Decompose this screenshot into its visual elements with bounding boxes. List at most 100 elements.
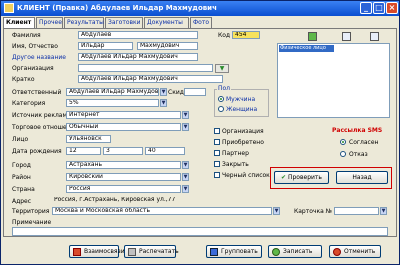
discount-input[interactable]: [184, 88, 206, 96]
tab-photo[interactable]: Фото: [190, 17, 212, 28]
district-label: Район: [12, 174, 31, 181]
relations-button[interactable]: Взаимосвязи: [69, 245, 125, 258]
birth-year-input[interactable]: 40: [145, 147, 185, 155]
skip-button[interactable]: Назад: [336, 171, 388, 184]
flag-close-label: Закрыть: [222, 161, 249, 168]
trade-select[interactable]: Обычный: [66, 123, 181, 131]
group-label: Групповать: [221, 248, 258, 255]
relations-icon: [73, 248, 81, 256]
ad-source-label: Источник рекламы: [12, 112, 72, 119]
category-dropdown[interactable]: ▼: [160, 99, 167, 107]
tab-other[interactable]: Прочее: [36, 17, 63, 28]
card-input[interactable]: [334, 207, 379, 215]
relations-label: Взаимосвязи: [84, 248, 125, 255]
other-name-label: Другое название: [12, 54, 66, 61]
tab-templates[interactable]: Заготовки: [105, 17, 143, 28]
district-dropdown[interactable]: ▼: [182, 173, 189, 181]
save-icon: [272, 248, 280, 256]
maximize-button[interactable]: □: [373, 2, 385, 14]
check-icon[interactable]: [370, 32, 379, 41]
card-dropdown[interactable]: ▼: [380, 207, 387, 215]
organization-input[interactable]: [78, 64, 213, 72]
responsible-label: Ответственный: [12, 89, 62, 96]
notes-label: Примечание: [12, 219, 52, 226]
client-window: КЛИЕНТ (Правка) Абдулаев Ильдар Махмудов…: [0, 0, 400, 265]
tab-documents[interactable]: Документы: [144, 17, 189, 28]
short-input[interactable]: Абдулаев Ильдар Махмудович: [78, 75, 223, 83]
city-dropdown[interactable]: ▼: [182, 161, 189, 169]
tab-client[interactable]: Клиент: [3, 17, 35, 28]
flag-partner-label: Партнер: [222, 150, 249, 157]
city-select[interactable]: Астрахань: [66, 161, 181, 169]
client-panel: Фамилия Абдулаев Имя, Отчество Ильдар Ма…: [3, 28, 397, 237]
mailing-radio-agree[interactable]: [340, 139, 346, 145]
sex-radio-male[interactable]: [218, 96, 224, 102]
check-icon: ✔: [281, 174, 288, 181]
country-dropdown[interactable]: ▼: [182, 185, 189, 193]
organization-pick-button[interactable]: ▼: [215, 64, 229, 73]
card-label: Карточка №: [294, 208, 332, 215]
close-button[interactable]: ×: [386, 2, 398, 14]
minimize-button[interactable]: _: [360, 2, 372, 14]
flag-acquired-checkbox[interactable]: [214, 139, 220, 145]
birth-day-input[interactable]: 12: [66, 147, 101, 155]
name-label: Имя, Отчество: [12, 43, 58, 50]
flag-organization-label: Организация: [222, 128, 264, 135]
flag-partner-checkbox[interactable]: [214, 150, 220, 156]
approve-button[interactable]: ✔ Проверить: [274, 171, 329, 184]
save-button[interactable]: Записать: [268, 245, 322, 258]
birth-month-input[interactable]: 3: [103, 147, 143, 155]
trade-dropdown[interactable]: ▼: [182, 123, 189, 131]
person-input[interactable]: Ульяновск: [66, 135, 111, 143]
group-button[interactable]: Групповать: [206, 245, 262, 258]
edit-icon[interactable]: [342, 32, 351, 41]
list-item-selected[interactable]: Физическое лицо: [279, 45, 334, 52]
add-icon[interactable]: [308, 32, 317, 41]
short-label: Кратко: [12, 76, 35, 83]
flag-blacklist-label: Черный список: [222, 172, 270, 179]
country-select[interactable]: Россия: [66, 185, 181, 193]
sex-female-label: Женщина: [226, 106, 258, 113]
address-value: Россия, г.Астрахань, Кировская ул.,77: [54, 197, 176, 203]
category-select[interactable]: 5%: [66, 99, 159, 107]
territory-label: Территория: [12, 208, 50, 215]
address-label: Адрес: [12, 198, 32, 205]
name-input[interactable]: Ильдар: [78, 42, 133, 50]
territory-dropdown[interactable]: ▼: [273, 207, 280, 215]
district-select[interactable]: Кировский: [66, 173, 181, 181]
birth-date-label: Дата рождения: [12, 148, 62, 155]
mailing-radio-refuse[interactable]: [340, 151, 346, 157]
other-name-input[interactable]: Абдулаев Ильдар Махмудович: [78, 53, 198, 61]
flag-organization-checkbox[interactable]: [214, 128, 220, 134]
code-input[interactable]: 454: [232, 31, 260, 39]
bottom-toolbar: Взаимосвязи Распечатать Групповать Запис…: [3, 241, 397, 263]
cancel-button[interactable]: Отменить: [329, 245, 381, 258]
ad-source-dropdown[interactable]: ▼: [182, 111, 189, 119]
cancel-icon: [333, 248, 341, 256]
responsible-input[interactable]: Абдулаев Ильдар Махмудович: [66, 88, 159, 96]
print-button[interactable]: Распечатать: [124, 245, 179, 258]
notes-input[interactable]: [12, 227, 388, 236]
flag-blacklist-checkbox[interactable]: [214, 172, 220, 178]
patronymic-input[interactable]: Махмудович: [137, 42, 198, 50]
sex-group-title: Пол: [217, 85, 232, 92]
mailing-refuse-label: Отказ: [349, 151, 368, 158]
ad-source-select[interactable]: Интернет: [66, 111, 181, 119]
sex-male-label: Мужчина: [226, 96, 256, 103]
territory-input[interactable]: Москва и Московская область: [52, 207, 272, 215]
responsible-dropdown[interactable]: ▼: [160, 88, 167, 96]
type-list[interactable]: Физическое лицо: [277, 43, 390, 118]
person-label: Лицо: [12, 136, 29, 143]
organization-label: Организация: [12, 65, 54, 72]
surname-input[interactable]: Абдулаев: [78, 31, 198, 39]
mailing-title: Рассылка SMS: [332, 127, 383, 134]
print-label: Распечатать: [139, 248, 179, 255]
sex-radio-female[interactable]: [218, 106, 224, 112]
flag-acquired-label: Приобретено: [222, 139, 264, 146]
flag-close-checkbox[interactable]: [214, 161, 220, 167]
surname-label: Фамилия: [12, 32, 41, 39]
group-icon: [210, 248, 218, 256]
save-label: Записать: [283, 248, 313, 255]
approve-button-label: Проверить: [287, 174, 322, 181]
tab-results[interactable]: Результаты: [64, 17, 104, 28]
